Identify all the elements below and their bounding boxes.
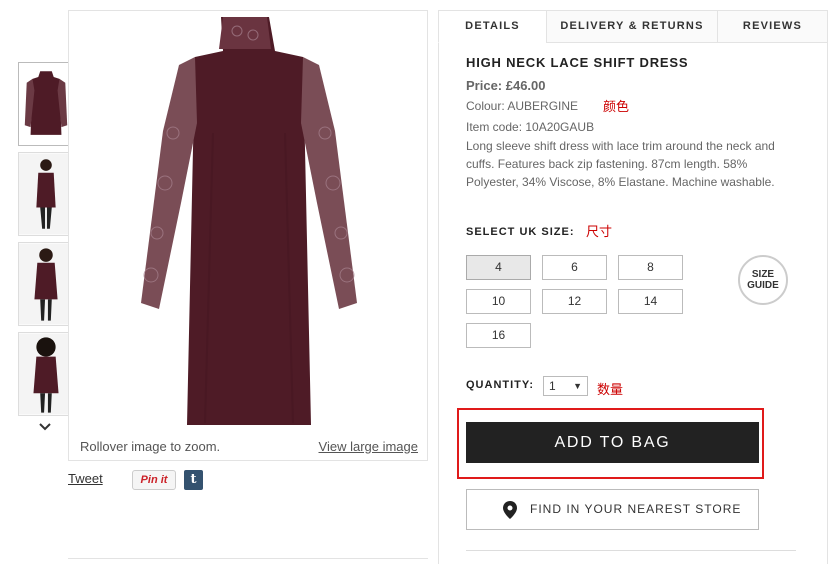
product-price: Price: £46.00 [466, 78, 546, 93]
model-thumbnail-image [19, 153, 73, 235]
item-code: Item code: 10A20GAUB [466, 120, 595, 134]
product-colour: Colour: AUBERGINE [466, 99, 579, 113]
size-option-16[interactable]: 16 [466, 323, 531, 348]
size-option-14[interactable]: 14 [618, 289, 683, 314]
model-thumbnail-image [19, 243, 73, 325]
colour-annotation: 颜色 [603, 100, 630, 115]
size-option-6[interactable]: 6 [542, 255, 607, 280]
size-label: SELECT UK SIZE: [466, 226, 575, 238]
size-guide-line2: GUIDE [747, 280, 779, 291]
main-product-image[interactable]: Rollover image to zoom. View large image [68, 10, 428, 461]
size-option-10[interactable]: 10 [466, 289, 531, 314]
add-to-bag-button[interactable]: ADD TO BAG [466, 422, 759, 463]
dress-thumbnail-image [19, 63, 73, 145]
tab-details[interactable]: DETAILS [438, 10, 547, 43]
zoom-hint: Rollover image to zoom. [80, 439, 221, 454]
tweet-link[interactable]: Tweet [68, 471, 103, 486]
product-title: HIGH NECK LACE SHIFT DRESS [466, 55, 689, 70]
quantity-value: 1 [549, 379, 556, 393]
product-tabs: DETAILS DELIVERY & RETURNS REVIEWS [438, 10, 828, 43]
quantity-select[interactable]: 1 ▼ [543, 376, 588, 396]
thumbnail-3[interactable] [18, 242, 74, 326]
size-option-8[interactable]: 8 [618, 255, 683, 280]
tumblr-icon[interactable]: t [184, 470, 203, 490]
product-description: Long sleeve shift dress with lace trim a… [466, 139, 775, 189]
divider [466, 550, 796, 551]
tab-reviews[interactable]: REVIEWS [717, 10, 828, 43]
view-large-image-link[interactable]: View large image [319, 439, 418, 454]
size-option-4[interactable]: 4 [466, 255, 531, 280]
size-guide-button[interactable]: SIZE GUIDE [738, 255, 788, 305]
find-store-label: FIND IN YOUR NEAREST STORE [530, 502, 742, 516]
tab-delivery-returns[interactable]: DELIVERY & RETURNS [546, 10, 718, 43]
divider [68, 558, 428, 559]
dress-image [141, 17, 357, 425]
quantity-label: QUANTITY: [466, 379, 535, 391]
thumbnail-1[interactable] [18, 62, 74, 146]
thumbnail-4[interactable] [18, 332, 74, 416]
size-guide-line1: SIZE [751, 269, 775, 280]
thumbnail-2[interactable] [18, 152, 74, 236]
chevron-down-icon[interactable] [36, 418, 54, 434]
pinterest-button[interactable]: Pin it [132, 470, 176, 490]
size-option-12[interactable]: 12 [542, 289, 607, 314]
find-in-store-button[interactable]: FIND IN YOUR NEAREST STORE [466, 489, 759, 530]
model-thumbnail-image [19, 333, 73, 415]
dropdown-caret-icon: ▼ [573, 381, 582, 391]
map-pin-icon [503, 501, 517, 519]
quantity-annotation: 数量 [597, 383, 624, 398]
size-annotation: 尺寸 [586, 225, 613, 240]
